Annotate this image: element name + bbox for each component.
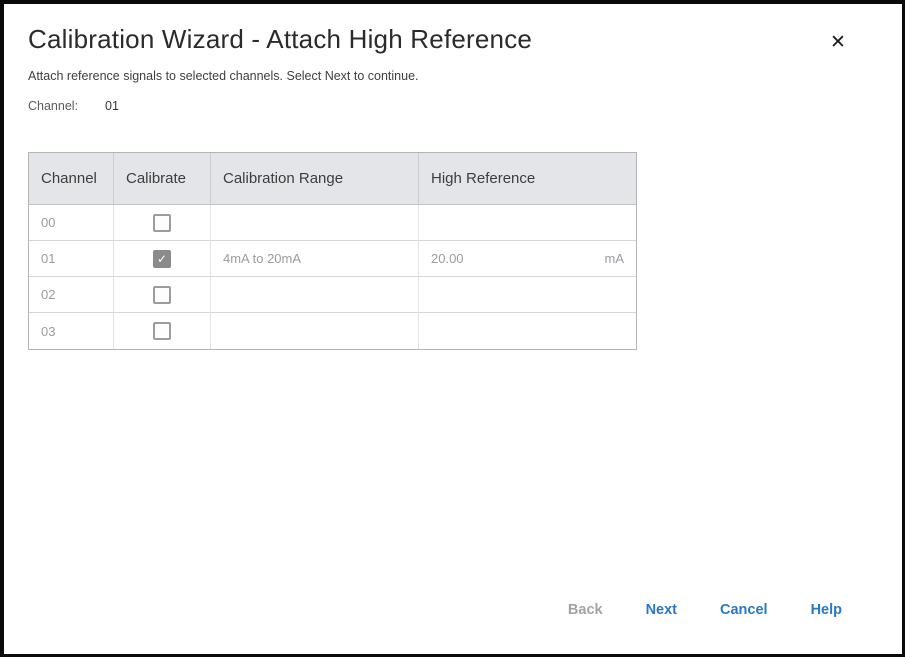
cell-calibration-range: 4mA to 20mA (211, 241, 419, 277)
cell-calibration-range (211, 205, 419, 241)
cell-channel: 03 (29, 313, 114, 349)
close-icon: ✕ (830, 31, 846, 54)
cell-calibrate (114, 205, 211, 241)
cell-calibrate (114, 241, 211, 277)
cell-calibration-range (211, 313, 419, 349)
calibrate-checkbox[interactable] (153, 250, 171, 268)
cancel-button[interactable]: Cancel (720, 602, 768, 618)
calibrate-checkbox[interactable] (153, 214, 171, 232)
wizard-footer: Back Next Cancel Help (568, 602, 842, 618)
calibrate-checkbox[interactable] (153, 322, 171, 340)
calibration-wizard-dialog: Calibration Wizard - Attach High Referen… (0, 0, 905, 657)
cell-calibrate (114, 277, 211, 313)
close-button[interactable]: ✕ (824, 28, 852, 56)
dialog-title: Calibration Wizard - Attach High Referen… (28, 24, 532, 55)
cell-calibration-range (211, 277, 419, 313)
cell-high-reference[interactable] (419, 205, 636, 241)
calibrate-checkbox[interactable] (153, 286, 171, 304)
next-button[interactable]: Next (646, 602, 677, 618)
high-reference-unit: mA (605, 251, 625, 266)
column-header-high-reference: High Reference (419, 153, 636, 205)
cell-channel: 01 (29, 241, 114, 277)
cell-channel: 02 (29, 277, 114, 313)
cell-high-reference[interactable]: 20.00 mA (419, 241, 636, 277)
column-header-channel: Channel (29, 153, 114, 205)
channel-value: 01 (105, 99, 119, 113)
column-header-calibration-range: Calibration Range (211, 153, 419, 205)
high-reference-value: 20.00 (431, 251, 464, 266)
channel-indicator: Channel: 01 (28, 99, 119, 113)
calibration-table: Channel Calibrate Calibration Range High… (28, 152, 637, 350)
cell-channel: 00 (29, 205, 114, 241)
cell-calibrate (114, 313, 211, 349)
dialog-subtitle: Attach reference signals to selected cha… (28, 69, 419, 83)
channel-label: Channel: (28, 99, 78, 113)
column-header-calibrate: Calibrate (114, 153, 211, 205)
cell-high-reference[interactable] (419, 313, 636, 349)
cell-high-reference[interactable] (419, 277, 636, 313)
help-button[interactable]: Help (811, 602, 842, 618)
back-button[interactable]: Back (568, 602, 603, 618)
